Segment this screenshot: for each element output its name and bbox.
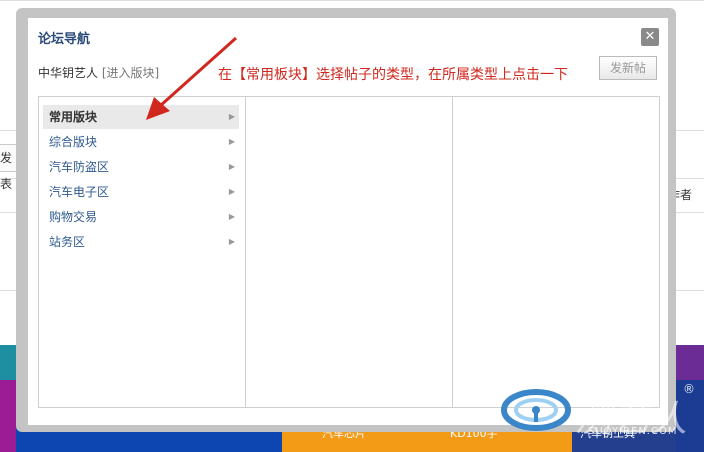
registered-icon: ® [683, 382, 695, 396]
watermark-logo-icon [501, 389, 571, 431]
watermark: 测艺人 SUOYIREN.COM ® [500, 380, 704, 452]
watermark-sub: SUOYIREN.COM [588, 426, 678, 437]
